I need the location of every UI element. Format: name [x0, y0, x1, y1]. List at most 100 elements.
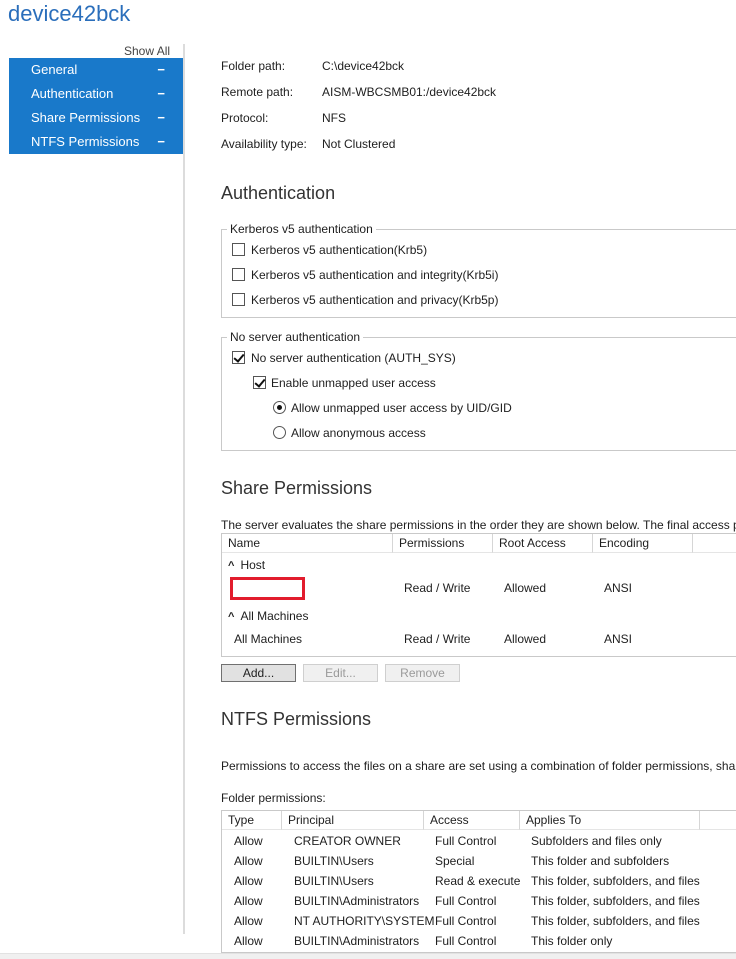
krb5-label: Kerberos v5 authentication(Krb5) — [251, 243, 428, 257]
group-label: All Machines — [240, 609, 309, 623]
column-header-name[interactable]: Name — [222, 534, 393, 553]
unmapped-access-label: Enable unmapped user access — [271, 376, 436, 390]
sidebar-item-label: Share Permissions — [31, 110, 141, 125]
applies-to-cell: This folder and subfolders — [531, 854, 670, 868]
remote-path-label: Remote path: — [221, 85, 294, 99]
ntfs-permissions-table: Type Principal Access Applies To Allow C… — [221, 810, 736, 953]
share-permissions-table: Name Permissions Root Access Encoding ^ H… — [221, 533, 736, 657]
auth-sys-checkbox[interactable] — [232, 351, 245, 364]
remove-button[interactable]: Remove — [385, 664, 460, 682]
anonymous-radio[interactable] — [273, 426, 286, 439]
column-header-permissions[interactable]: Permissions — [393, 534, 493, 553]
anonymous-label: Allow anonymous access — [291, 426, 426, 440]
sidebar-item-authentication[interactable]: Authentication − — [9, 82, 183, 106]
principal-cell: CREATOR OWNER — [294, 834, 401, 848]
sidebar-item-label: NTFS Permissions — [31, 134, 140, 149]
ntfs-permissions-description: Permissions to access the files on a sha… — [221, 759, 736, 773]
folder-path-value: C:\device42bck — [322, 59, 405, 73]
access-cell: Full Control — [435, 934, 497, 948]
principal-cell: BUILTIN\Administrators — [294, 894, 420, 908]
krb5i-checkbox[interactable] — [232, 268, 245, 281]
edit-button[interactable]: Edit... — [303, 664, 378, 682]
group-header-all-machines[interactable]: ^ All Machines — [228, 609, 308, 623]
horizontal-scrollbar[interactable] — [0, 953, 736, 959]
applies-to-cell: This folder, subfolders, and files — [531, 914, 700, 928]
applies-to-cell: This folder, subfolders, and files — [531, 894, 700, 908]
krb5p-label: Kerberos v5 authentication and privacy(K… — [251, 293, 499, 307]
group-header-host[interactable]: ^ Host — [228, 558, 265, 572]
folder-permissions-label: Folder permissions: — [221, 791, 326, 805]
principal-cell: BUILTIN\Administrators — [294, 934, 420, 948]
collapse-icon[interactable]: − — [157, 130, 165, 154]
sidebar-nav: General − Authentication − Share Permiss… — [9, 58, 183, 154]
applies-to-cell: This folder only — [531, 934, 613, 948]
show-all-link[interactable]: Show All — [124, 44, 170, 58]
unmapped-access-checkbox[interactable] — [253, 376, 266, 389]
no-server-auth-legend: No server authentication — [227, 330, 364, 344]
krb5i-label: Kerberos v5 authentication and integrity… — [251, 268, 499, 282]
page-title: device42bck — [8, 1, 131, 26]
type-cell: Allow — [234, 934, 263, 948]
group-label: Host — [240, 558, 266, 572]
encoding-cell: ANSI — [604, 632, 633, 646]
column-header-applies-to[interactable]: Applies To — [520, 811, 700, 830]
krb5p-checkbox[interactable] — [232, 293, 245, 306]
chevron-up-icon[interactable]: ^ — [228, 611, 234, 623]
root-access-cell: Allowed — [504, 632, 547, 646]
column-header-empty — [700, 811, 736, 830]
protocol-label: Protocol: — [221, 111, 269, 125]
principal-cell: BUILTIN\Users — [294, 874, 374, 888]
uid-gid-label: Allow unmapped user access by UID/GID — [291, 401, 512, 415]
remote-path-value: AISM-WBCSMB01:/device42bck — [322, 85, 497, 99]
root-access-cell: Allowed — [504, 581, 547, 595]
redacted-host-name — [230, 577, 305, 600]
type-cell: Allow — [234, 894, 263, 908]
availability-value: Not Clustered — [322, 137, 396, 151]
availability-label: Availability type: — [221, 137, 307, 151]
share-permissions-description: The server evaluates the share permissio… — [221, 518, 736, 532]
access-cell: Full Control — [435, 834, 497, 848]
share-permissions-heading: Share Permissions — [221, 478, 373, 498]
column-header-access[interactable]: Access — [424, 811, 520, 830]
chevron-up-icon[interactable]: ^ — [228, 560, 234, 572]
encoding-cell: ANSI — [604, 581, 633, 595]
column-header-principal[interactable]: Principal — [282, 811, 424, 830]
collapse-icon[interactable]: − — [157, 82, 165, 106]
collapse-icon[interactable]: − — [157, 58, 165, 82]
type-cell: Allow — [234, 874, 263, 888]
collapse-icon[interactable]: − — [157, 106, 165, 130]
type-cell: Allow — [234, 914, 263, 928]
sidebar-item-label: General — [31, 62, 78, 77]
sidebar-divider — [183, 44, 185, 934]
sidebar-item-ntfs-permissions[interactable]: NTFS Permissions − — [9, 130, 183, 154]
kerberos-legend: Kerberos v5 authentication — [227, 222, 376, 236]
column-header-empty — [693, 534, 736, 553]
access-cell: Full Control — [435, 894, 497, 908]
principal-cell: BUILTIN\Users — [294, 854, 374, 868]
add-button[interactable]: Add... — [221, 664, 296, 682]
authentication-heading: Authentication — [221, 183, 336, 203]
principal-cell: NT AUTHORITY\SYSTEM — [294, 914, 435, 928]
sidebar-item-share-permissions[interactable]: Share Permissions − — [9, 106, 183, 130]
uid-gid-radio[interactable] — [273, 401, 286, 414]
type-cell: Allow — [234, 854, 263, 868]
permissions-cell: Read / Write — [404, 581, 471, 595]
sidebar-item-general[interactable]: General − — [9, 58, 183, 82]
protocol-value: NFS — [322, 111, 346, 125]
ntfs-permissions-heading: NTFS Permissions — [221, 709, 372, 729]
access-cell: Full Control — [435, 914, 497, 928]
auth-sys-label: No server authentication (AUTH_SYS) — [251, 351, 456, 365]
applies-to-cell: Subfolders and files only — [531, 834, 662, 848]
krb5-checkbox[interactable] — [232, 243, 245, 256]
column-header-type[interactable]: Type — [222, 811, 282, 830]
name-cell: All Machines — [234, 632, 303, 646]
permissions-cell: Read / Write — [404, 632, 471, 646]
applies-to-cell: This folder, subfolders, and files — [531, 874, 700, 888]
column-header-root-access[interactable]: Root Access — [493, 534, 593, 553]
column-header-encoding[interactable]: Encoding — [593, 534, 693, 553]
access-cell: Read & execute — [435, 874, 521, 888]
access-cell: Special — [435, 854, 475, 868]
type-cell: Allow — [234, 834, 263, 848]
sidebar-item-label: Authentication — [31, 86, 114, 101]
folder-path-label: Folder path: — [221, 59, 286, 73]
